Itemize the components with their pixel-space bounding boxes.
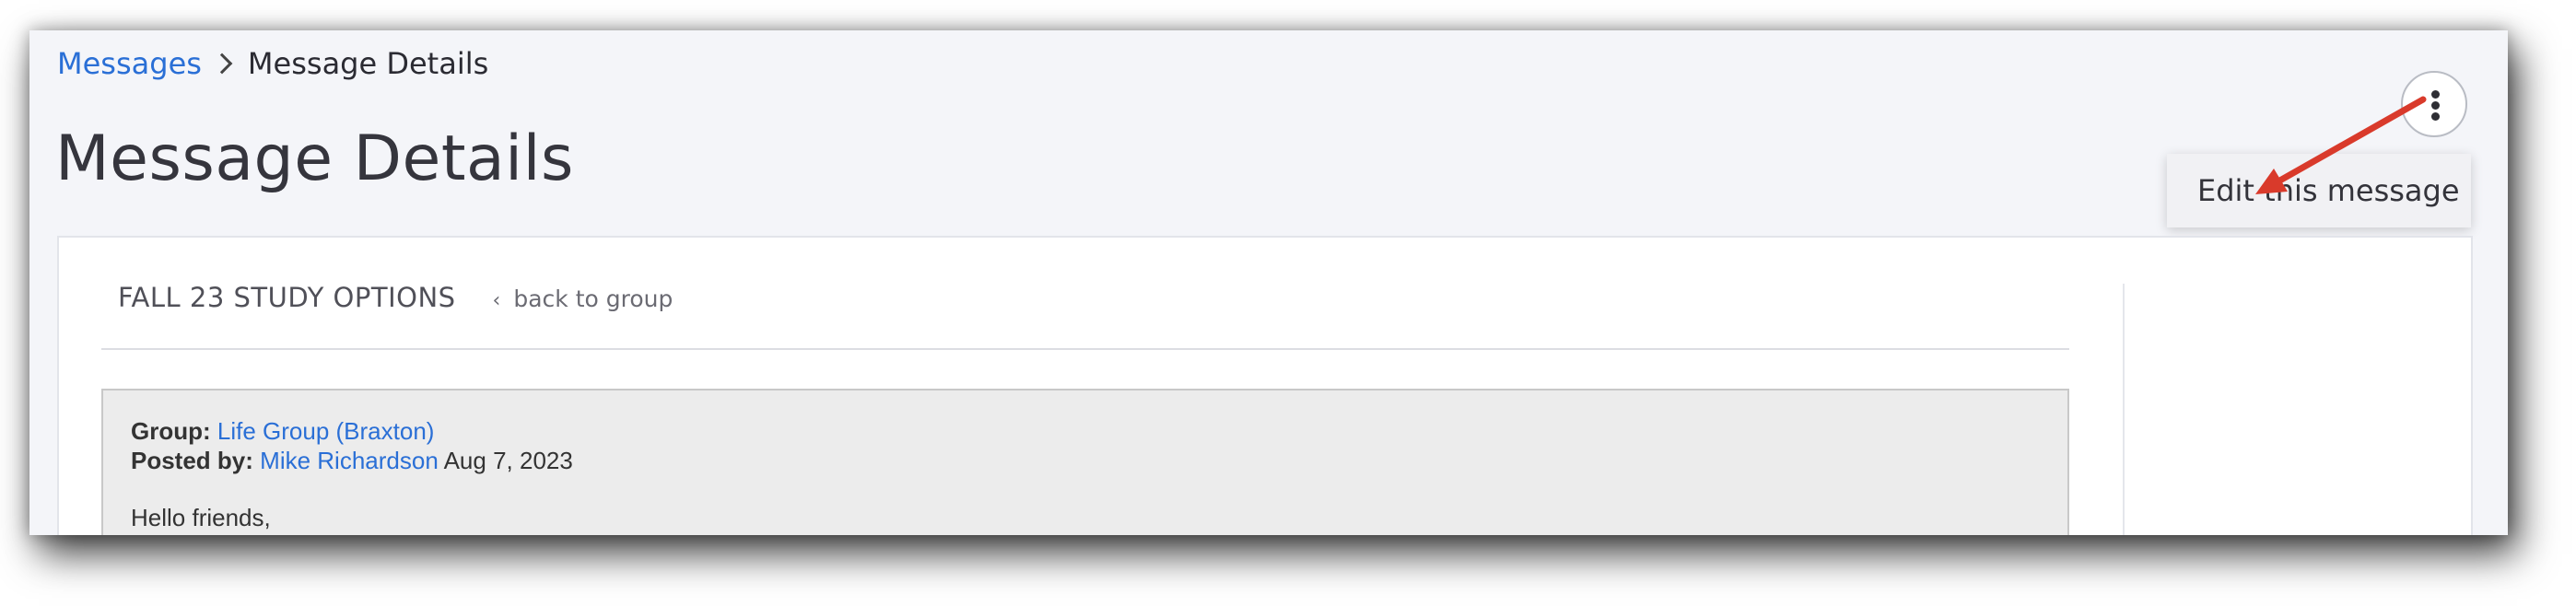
- author-link[interactable]: Mike Richardson: [260, 447, 439, 474]
- post-date: Aug 7, 2023: [443, 447, 573, 474]
- group-meta-row: Group: Life Group (Braxton): [131, 416, 2040, 446]
- actions-dropdown-menu: Edit this message: [2167, 154, 2471, 227]
- back-to-group-label: back to group: [513, 286, 673, 312]
- group-header: FALL 23 STUDY OPTIONS ‹ back to group: [118, 282, 673, 313]
- breadcrumb-current: Message Details: [247, 46, 489, 81]
- group-label: Group:: [131, 417, 211, 445]
- chevron-left-icon: ‹: [492, 289, 501, 312]
- kebab-menu-icon-dot: [2431, 112, 2440, 121]
- posted-by-label: Posted by:: [131, 447, 253, 474]
- back-to-group-link[interactable]: ‹ back to group: [493, 286, 673, 312]
- kebab-menu-icon-dot: [2431, 101, 2440, 110]
- message-body: Group: Life Group (Braxton) Posted by: M…: [101, 389, 2069, 535]
- message-greeting: Hello friends,: [131, 504, 271, 531]
- chevron-right-icon: [211, 52, 233, 75]
- more-actions-button[interactable]: [2401, 71, 2467, 137]
- edit-message-menu-item[interactable]: Edit this message: [2167, 173, 2460, 208]
- divider: [101, 348, 2069, 350]
- breadcrumb: Messages Message Details: [57, 43, 488, 84]
- kebab-menu-icon: [2431, 90, 2440, 99]
- message-card: FALL 23 STUDY OPTIONS ‹ back to group Gro…: [57, 236, 2473, 535]
- sidebar-divider: [2123, 284, 2125, 535]
- app-window: Messages Message Details Message Details…: [29, 30, 2508, 535]
- group-name-heading: FALL 23 STUDY OPTIONS: [118, 282, 456, 313]
- group-link[interactable]: Life Group (Braxton): [217, 417, 435, 445]
- page-title: Message Details: [55, 122, 574, 195]
- breadcrumb-messages-link[interactable]: Messages: [57, 46, 202, 81]
- posted-by-row: Posted by: Mike Richardson Aug 7, 2023: [131, 446, 2040, 475]
